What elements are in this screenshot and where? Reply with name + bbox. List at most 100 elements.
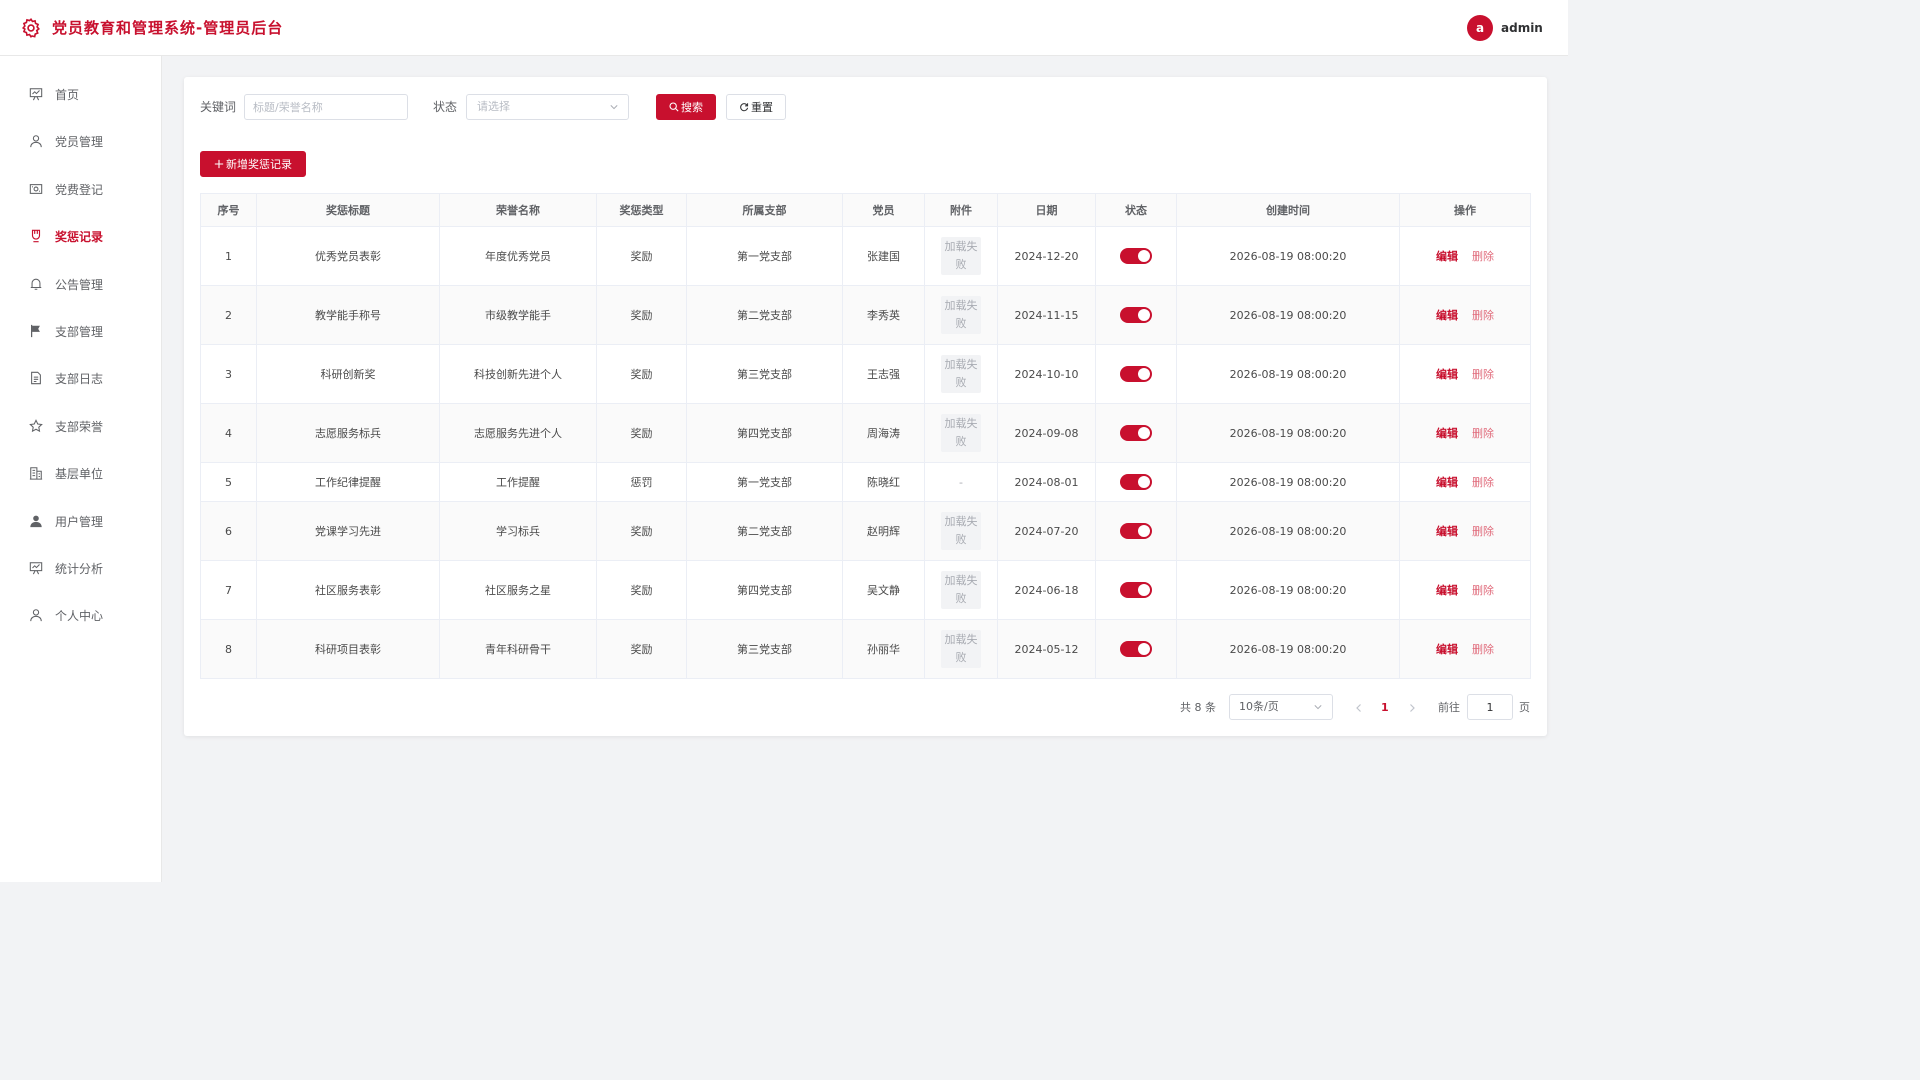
cell-actions: 编辑 删除 <box>1399 619 1531 679</box>
sidebar-item-7[interactable]: 支部日志 <box>0 358 162 398</box>
attachment-load-failed[interactable]: 加载失败 <box>941 355 981 393</box>
delete-link[interactable]: 删除 <box>1472 476 1494 489</box>
status-toggle[interactable] <box>1120 641 1152 657</box>
sidebar-item-4[interactable]: 奖惩记录 <box>0 216 162 256</box>
cell-status <box>1095 462 1177 502</box>
cell-member: 李秀英 <box>842 285 925 345</box>
cell-attachment: 加载失败 <box>924 560 998 620</box>
cell-honor: 科技创新先进个人 <box>439 344 597 404</box>
sidebar-item-12[interactable]: 个人中心 <box>0 595 162 635</box>
cell-date: 2024-10-10 <box>997 344 1096 404</box>
edit-link[interactable]: 编辑 <box>1436 476 1458 489</box>
username[interactable]: admin <box>1501 20 1543 36</box>
column-header: 创建时间 <box>1176 193 1400 227</box>
building-icon <box>29 466 43 480</box>
cell-honor: 志愿服务先进个人 <box>439 403 597 463</box>
cell-honor: 学习标兵 <box>439 501 597 561</box>
user-icon <box>29 608 43 622</box>
page-size-select[interactable]: 10条/页 <box>1229 694 1333 720</box>
attachment-load-failed[interactable]: 加载失败 <box>941 571 981 609</box>
sidebar-item-5[interactable]: 公告管理 <box>0 264 162 304</box>
sidebar-item-3[interactable]: 党费登记 <box>0 169 162 209</box>
money-icon <box>29 182 43 196</box>
avatar[interactable]: a <box>1467 15 1493 41</box>
attachment-load-failed[interactable]: 加载失败 <box>941 512 981 550</box>
delete-link[interactable]: 删除 <box>1472 250 1494 263</box>
delete-link[interactable]: 删除 <box>1472 525 1494 538</box>
sidebar-item-label: 公告管理 <box>55 277 104 292</box>
cell-branch: 第四党支部 <box>686 403 843 463</box>
top-header: 党员教育和管理系统-管理员后台 a admin <box>0 0 1568 56</box>
edit-link[interactable]: 编辑 <box>1436 525 1458 538</box>
cell-title: 志愿服务标兵 <box>256 403 440 463</box>
delete-link[interactable]: 删除 <box>1472 309 1494 322</box>
user-icon <box>29 134 43 148</box>
edit-link[interactable]: 编辑 <box>1436 368 1458 381</box>
next-page-icon[interactable] <box>1407 703 1417 713</box>
cell-attachment: 加载失败 <box>924 226 998 286</box>
cell-attachment: 加载失败 <box>924 619 998 679</box>
delete-link[interactable]: 删除 <box>1472 368 1494 381</box>
status-toggle[interactable] <box>1120 582 1152 598</box>
status-toggle[interactable] <box>1120 307 1152 323</box>
attachment-load-failed[interactable]: 加载失败 <box>941 296 981 334</box>
attachment-load-failed[interactable]: 加载失败 <box>941 237 981 275</box>
edit-link[interactable]: 编辑 <box>1436 584 1458 597</box>
sidebar-item-2[interactable]: 党员管理 <box>0 121 162 161</box>
gear-logo-icon <box>21 18 40 38</box>
cell-honor: 年度优秀党员 <box>439 226 597 286</box>
delete-link[interactable]: 删除 <box>1472 427 1494 440</box>
cell-status <box>1095 501 1177 561</box>
column-header: 附件 <box>924 193 998 227</box>
cell-member: 赵明辉 <box>842 501 925 561</box>
edit-link[interactable]: 编辑 <box>1436 250 1458 263</box>
cell-actions: 编辑 删除 <box>1399 285 1531 345</box>
cell-honor: 工作提醒 <box>439 462 597 502</box>
column-header: 状态 <box>1095 193 1177 227</box>
status-toggle[interactable] <box>1120 366 1152 382</box>
edit-link[interactable]: 编辑 <box>1436 643 1458 656</box>
add-record-button-label: 新增奖惩记录 <box>226 158 292 171</box>
cell-index: 3 <box>200 344 257 404</box>
cell-created-time: 2026-08-19 08:00:20 <box>1176 226 1400 286</box>
chart-board-icon <box>29 87 43 101</box>
cell-status <box>1095 285 1177 345</box>
status-toggle[interactable] <box>1120 425 1152 441</box>
sidebar-item-1[interactable]: 首页 <box>0 74 162 114</box>
cell-type: 奖励 <box>596 501 687 561</box>
reset-button-label: 重置 <box>751 101 773 114</box>
sidebar-item-11[interactable]: 统计分析 <box>0 548 162 588</box>
status-toggle[interactable] <box>1120 248 1152 264</box>
cell-branch: 第二党支部 <box>686 285 843 345</box>
status-toggle[interactable] <box>1120 523 1152 539</box>
reset-button[interactable]: 重置 <box>726 94 786 120</box>
attachment-load-failed[interactable]: 加载失败 <box>941 414 981 452</box>
edit-link[interactable]: 编辑 <box>1436 427 1458 440</box>
search-button[interactable]: 搜索 <box>656 94 716 120</box>
sidebar: 首页党员管理党费登记奖惩记录公告管理支部管理支部日志支部荣誉基层单位用户管理统计… <box>0 56 162 882</box>
cell-member: 陈晓红 <box>842 462 925 502</box>
cell-branch: 第三党支部 <box>686 619 843 679</box>
sidebar-item-label: 奖惩记录 <box>55 229 104 244</box>
sidebar-item-10[interactable]: 用户管理 <box>0 501 162 541</box>
column-header: 荣誉名称 <box>439 193 597 227</box>
status-select[interactable]: 请选择 <box>466 94 629 120</box>
cell-member: 吴文静 <box>842 560 925 620</box>
edit-link[interactable]: 编辑 <box>1436 309 1458 322</box>
attachment-load-failed[interactable]: 加载失败 <box>941 630 981 668</box>
sidebar-item-6[interactable]: 支部管理 <box>0 311 162 351</box>
page-number-current[interactable]: 1 <box>1381 701 1389 715</box>
prev-page-icon[interactable] <box>1354 703 1364 713</box>
goto-page-input[interactable] <box>1467 694 1513 720</box>
cell-type: 奖励 <box>596 344 687 404</box>
keyword-input[interactable] <box>244 94 408 120</box>
delete-link[interactable]: 删除 <box>1472 643 1494 656</box>
sidebar-item-9[interactable]: 基层单位 <box>0 453 162 493</box>
add-record-button[interactable]: 新增奖惩记录 <box>200 151 306 177</box>
cell-honor: 青年科研骨干 <box>439 619 597 679</box>
toggle-knob <box>1138 643 1150 655</box>
delete-link[interactable]: 删除 <box>1472 584 1494 597</box>
sidebar-item-8[interactable]: 支部荣誉 <box>0 406 162 446</box>
cell-title: 工作纪律提醒 <box>256 462 440 502</box>
status-toggle[interactable] <box>1120 474 1152 490</box>
